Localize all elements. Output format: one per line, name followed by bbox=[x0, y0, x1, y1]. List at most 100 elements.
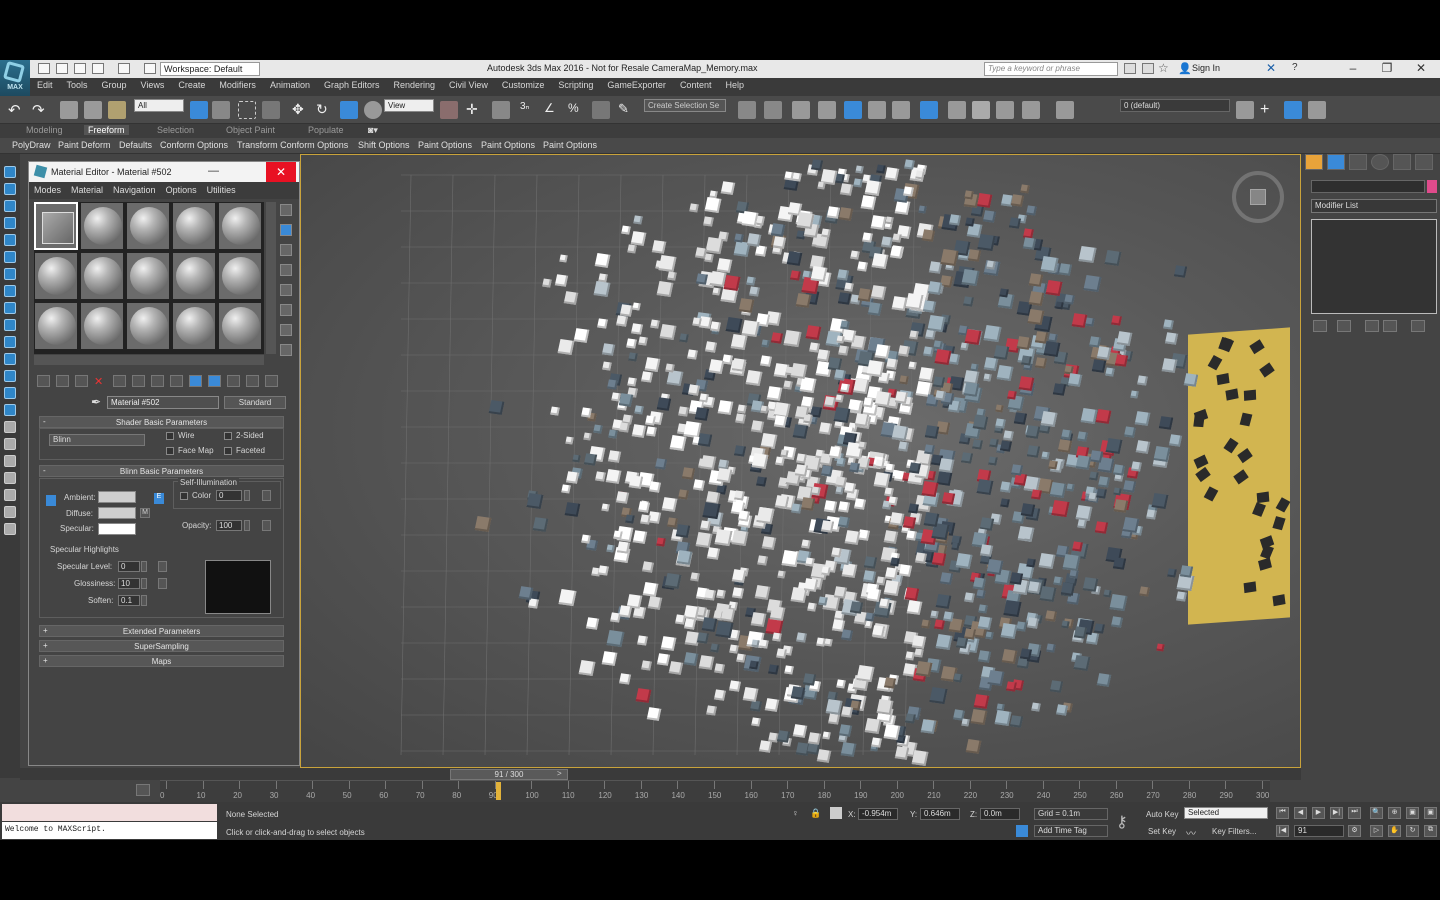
save-file-icon[interactable] bbox=[74, 63, 86, 74]
restore-button[interactable]: ❐ bbox=[1376, 61, 1398, 75]
two-sided-checkbox[interactable] bbox=[224, 432, 232, 440]
material-name-field[interactable]: Material #502 bbox=[107, 396, 219, 409]
render-iterative-icon[interactable] bbox=[996, 101, 1014, 119]
self-illum-spinner[interactable] bbox=[244, 490, 250, 501]
ribbon-item-transform-conform[interactable]: Transform Conform Options bbox=[237, 140, 348, 150]
me-options-icon[interactable] bbox=[280, 324, 292, 336]
isolate-icon[interactable]: ♀ bbox=[792, 808, 799, 818]
menu-gameexporter[interactable]: GameExporter bbox=[600, 78, 673, 92]
show-shaded-icon[interactable] bbox=[189, 375, 202, 387]
glossiness-spinner[interactable] bbox=[141, 578, 147, 589]
material-sample-slot[interactable] bbox=[80, 202, 124, 250]
ribbon-item-shift-options[interactable]: Shift Options bbox=[358, 140, 410, 150]
self-illum-field[interactable]: 0 bbox=[216, 490, 242, 501]
layer-add-icon[interactable] bbox=[1236, 101, 1254, 119]
diffuse-swatch[interactable] bbox=[98, 507, 136, 519]
redo-qa-icon[interactable] bbox=[118, 63, 130, 74]
app-menu-button[interactable]: MAX bbox=[0, 60, 30, 96]
motion-tab-icon[interactable] bbox=[1371, 154, 1389, 170]
show-end-result-icon[interactable] bbox=[1337, 320, 1351, 332]
orbit-icon[interactable]: ↻ bbox=[1406, 825, 1419, 837]
undo-qa-icon[interactable] bbox=[92, 63, 104, 74]
menu-edit[interactable]: Edit bbox=[30, 78, 60, 92]
link-icon[interactable] bbox=[60, 101, 78, 119]
supersampling-rollout[interactable]: + SuperSampling bbox=[39, 640, 284, 652]
playhead[interactable] bbox=[496, 782, 502, 800]
glossiness-field[interactable]: 10 bbox=[118, 578, 140, 589]
minimize-button[interactable]: – bbox=[1342, 61, 1364, 75]
assign-material-icon[interactable] bbox=[75, 375, 88, 387]
make-preview-icon[interactable] bbox=[280, 304, 292, 316]
left-strip-tool-icon[interactable] bbox=[4, 387, 16, 399]
ribbon-item-paint-options-3[interactable]: Paint Options bbox=[543, 140, 597, 150]
me-minimize-button[interactable]: — bbox=[208, 165, 219, 177]
selection-lock-icon[interactable]: 🔒 bbox=[810, 808, 821, 819]
left-strip-tool-icon[interactable] bbox=[4, 200, 16, 212]
left-strip-tool-icon[interactable] bbox=[4, 336, 16, 348]
menu-views[interactable]: Views bbox=[134, 78, 172, 92]
material-sample-slot[interactable] bbox=[80, 252, 124, 300]
maxscript-mini-listener[interactable]: Welcome to MAXScript. bbox=[2, 822, 217, 839]
video-color-check-icon[interactable] bbox=[280, 284, 292, 296]
key-mode-toggle-icon[interactable]: |◀ bbox=[1276, 825, 1289, 837]
material-sample-slot[interactable] bbox=[34, 202, 78, 250]
create-tab-icon[interactable] bbox=[1305, 154, 1323, 170]
left-strip-tool-icon[interactable] bbox=[4, 421, 16, 433]
menu-civil-view[interactable]: Civil View bbox=[442, 78, 495, 92]
soften-field[interactable]: 0.1 bbox=[118, 595, 140, 606]
wire-checkbox[interactable] bbox=[166, 432, 174, 440]
key-filters-button[interactable]: Key Filters... bbox=[1212, 827, 1256, 836]
slots-vscroll[interactable] bbox=[266, 202, 276, 354]
backlight-icon[interactable] bbox=[280, 224, 292, 236]
curve-editor-icon[interactable] bbox=[844, 101, 862, 119]
left-strip-tool-icon[interactable] bbox=[4, 166, 16, 178]
left-strip-tool-icon[interactable] bbox=[4, 319, 16, 331]
menu-scripting[interactable]: Scripting bbox=[551, 78, 600, 92]
select-by-material-icon[interactable] bbox=[280, 344, 292, 356]
self-illum-map-button[interactable] bbox=[262, 490, 271, 501]
add-selection-layer-icon[interactable] bbox=[1284, 101, 1302, 119]
ref-coord-dropdown[interactable]: View bbox=[384, 99, 434, 112]
time-config-icon[interactable]: ⚙ bbox=[1348, 825, 1361, 837]
current-frame-field[interactable]: 91 bbox=[1294, 825, 1344, 837]
layer-dropdown[interactable]: 0 (default) bbox=[1120, 99, 1230, 112]
spec-level-spinner[interactable] bbox=[141, 561, 147, 572]
pin-stack-icon[interactable] bbox=[1313, 320, 1327, 332]
remove-modifier-icon[interactable] bbox=[1383, 320, 1397, 332]
menu-rendering[interactable]: Rendering bbox=[387, 78, 443, 92]
menu-tools[interactable]: Tools bbox=[60, 78, 95, 92]
configure-sets-icon[interactable] bbox=[1411, 320, 1425, 332]
zoom-extents-icon[interactable]: ▣ bbox=[1406, 807, 1419, 819]
me-menu-utilities[interactable]: Utilities bbox=[202, 182, 241, 198]
new-file-icon[interactable] bbox=[38, 63, 50, 74]
tab-selection[interactable]: Selection bbox=[157, 125, 194, 135]
menu-customize[interactable]: Customize bbox=[495, 78, 552, 92]
rect-selection-icon[interactable] bbox=[238, 101, 256, 119]
left-strip-tool-icon[interactable] bbox=[4, 472, 16, 484]
tab-populate[interactable]: Populate bbox=[308, 125, 344, 135]
viewcube-face[interactable] bbox=[1250, 189, 1266, 205]
bind-spacewarp-icon[interactable] bbox=[108, 101, 126, 119]
material-sample-slot[interactable] bbox=[218, 202, 262, 250]
percent-snap-icon[interactable]: % bbox=[568, 101, 586, 119]
material-sample-slot[interactable] bbox=[34, 252, 78, 300]
absolute-mode-icon[interactable] bbox=[830, 807, 842, 819]
tab-object-paint[interactable]: Object Paint bbox=[226, 125, 275, 135]
binoculars-icon[interactable] bbox=[1124, 63, 1136, 74]
search-input[interactable]: Type a keyword or phrase bbox=[984, 62, 1118, 76]
left-strip-tool-icon[interactable] bbox=[4, 183, 16, 195]
material-sample-slot[interactable] bbox=[218, 252, 262, 300]
eyedropper-icon[interactable]: ✒ bbox=[91, 395, 101, 409]
material-sample-slot[interactable] bbox=[172, 202, 216, 250]
schematic-view-icon[interactable] bbox=[868, 101, 886, 119]
goto-start-icon[interactable]: ⏮ bbox=[1276, 807, 1289, 819]
object-name-field[interactable] bbox=[1311, 180, 1425, 193]
align-icon[interactable] bbox=[764, 101, 782, 119]
me-menu-options[interactable]: Options bbox=[161, 182, 202, 198]
slots-hscroll[interactable] bbox=[34, 355, 264, 365]
favorites-icon[interactable]: ☆ bbox=[1158, 61, 1169, 75]
opacity-field[interactable]: 100 bbox=[216, 520, 242, 531]
opacity-map-button[interactable] bbox=[262, 520, 271, 531]
material-sample-slot[interactable] bbox=[126, 202, 170, 250]
show-end-result-icon[interactable] bbox=[208, 375, 221, 387]
